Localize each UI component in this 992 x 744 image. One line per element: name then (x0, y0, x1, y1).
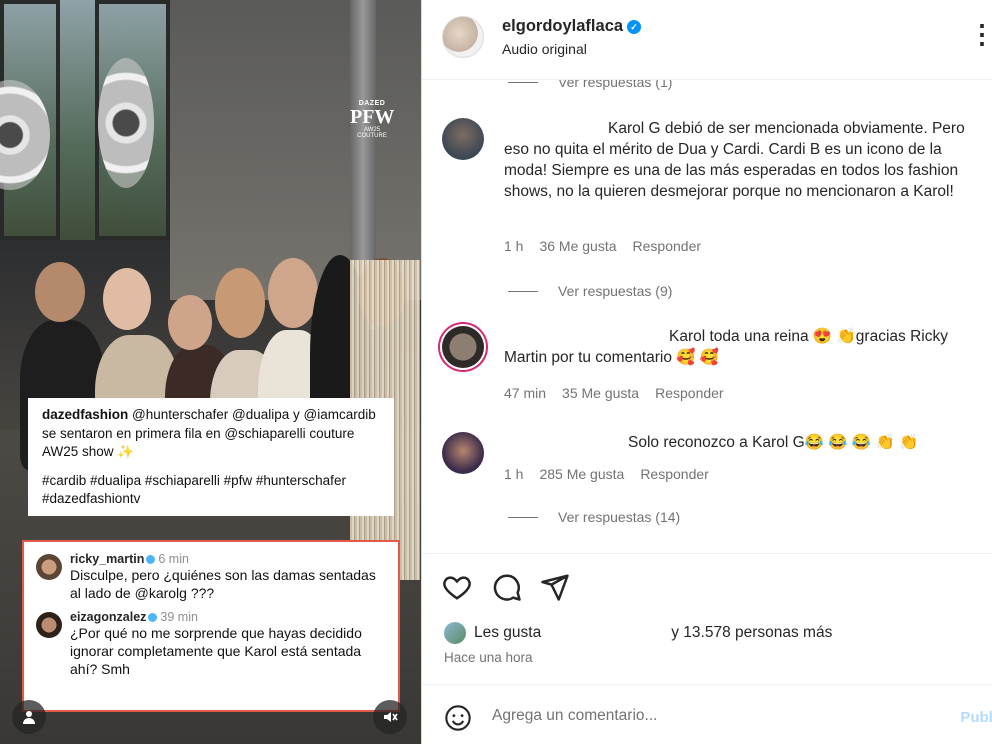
comment-icon[interactable] (492, 572, 522, 602)
video-comment: ricky_martin 6 min Disculpe, pero ¿quiéne… (36, 552, 388, 602)
divider (508, 516, 538, 518)
reply-button[interactable]: Responder (640, 466, 709, 482)
video-player[interactable]: DAZED PFW AW25 COUTURE dazedfashion @hun… (0, 0, 421, 744)
comment-likes[interactable]: 285 Me gusta (539, 466, 624, 482)
comment-text: ¿Por qué no me sorprende que hayas decid… (70, 625, 362, 677)
scene-wall (170, 0, 421, 300)
audio-link[interactable]: Audio original (502, 41, 587, 57)
divider (508, 290, 538, 292)
avatar (36, 554, 62, 580)
avatar[interactable] (442, 326, 484, 368)
comment-username: eizagonzalez (70, 610, 147, 624)
avatar[interactable] (442, 16, 484, 58)
likes-summary[interactable]: Les gusta y 13.578 personas más (444, 622, 832, 644)
post-header: elgordoylaflaca ✓ Audio original ⋮ (422, 0, 992, 80)
comment-text: Karol toda una reina 😍 👏gracias Ricky Ma… (504, 328, 948, 366)
share-icon[interactable] (540, 572, 570, 602)
reply-button[interactable]: Responder (633, 238, 702, 254)
guest-head (168, 295, 212, 350)
guest-head (268, 258, 318, 328)
divider (508, 81, 538, 83)
smile-icon[interactable] (444, 704, 472, 732)
comment-time: 1 h (504, 466, 524, 482)
mute-icon (384, 712, 398, 722)
comment-text: Karol G debió de ser mencionada obviamen… (504, 120, 965, 200)
comment-text: Solo reconozco a Karol G😂 😂 😂 👏 👏 (628, 434, 919, 451)
user-tags-button[interactable] (12, 700, 46, 734)
comment-likes[interactable]: 36 Me gusta (539, 238, 616, 254)
verified-icon: ✓ (627, 20, 642, 34)
publish-button[interactable]: Publi (960, 709, 992, 726)
guest-head (215, 268, 265, 338)
comment-username: ricky_martin (70, 552, 145, 566)
pfw-logo: DAZED PFW AW25 COUTURE (350, 100, 395, 139)
avatar (444, 622, 466, 644)
more-icon[interactable]: ⋮ (969, 21, 992, 47)
comment-time: 47 min (504, 385, 547, 401)
view-replies-link[interactable]: Ver respuestas (14) (508, 509, 680, 525)
mute-button[interactable] (373, 700, 407, 734)
caption-hashtags: #cardib #dualipa #schiaparelli #pfw #hun… (42, 472, 346, 507)
comments-list[interactable]: Ver respuestas (1) Karol G debió de ser … (422, 60, 992, 553)
caption-username: dazedfashion (42, 407, 129, 422)
comment-meta: 1 h 285 Me gusta Responder (504, 466, 709, 482)
verified-icon (146, 555, 156, 565)
comment-input[interactable]: Agrega un comentario... (492, 707, 932, 725)
comment-time: 6 min (158, 552, 189, 566)
user-icon (23, 711, 35, 724)
reply-button[interactable]: Responder (655, 385, 724, 401)
comment-item: Karol toda una reina 😍 👏gracias Ricky Ma… (442, 326, 987, 406)
comment-meta: 47 min 35 Me gusta Responder (504, 385, 724, 401)
avatar[interactable] (442, 118, 484, 160)
guest-head (35, 262, 85, 322)
comment-time: 39 min (160, 610, 198, 624)
verified-icon (148, 613, 158, 623)
guest-head (103, 268, 151, 330)
comment-meta: 1 h 36 Me gusta Responder (504, 238, 701, 254)
comment-time: 1 h (504, 238, 524, 254)
heart-icon[interactable] (442, 572, 472, 602)
video-comment: eizagonzalez 39 min ¿Por qué no me sorpre… (36, 610, 388, 678)
video-comments-overlay: ricky_martin 6 min Disculpe, pero ¿quiéne… (22, 540, 400, 712)
post-time: Hace una hora (444, 650, 533, 665)
comment-item: Solo reconozco a Karol G😂 😂 😂 👏 👏 1 h 28… (442, 432, 987, 512)
avatar[interactable] (442, 432, 484, 474)
decor-disc (98, 58, 154, 188)
comment-text: Disculpe, pero ¿quiénes son las damas se… (70, 567, 376, 601)
account-username[interactable]: elgordoylaflaca (502, 17, 623, 35)
video-caption-card: dazedfashion @hunterschafer @dualipa y @… (28, 398, 394, 516)
view-replies-link[interactable]: Ver respuestas (9) (508, 283, 672, 299)
comment-likes[interactable]: 35 Me gusta (562, 385, 639, 401)
avatar (36, 612, 62, 638)
comments-panel: elgordoylaflaca ✓ Audio original ⋮ Ver re… (421, 0, 992, 744)
add-comment-bar: Agrega un comentario... Publi (422, 684, 992, 744)
